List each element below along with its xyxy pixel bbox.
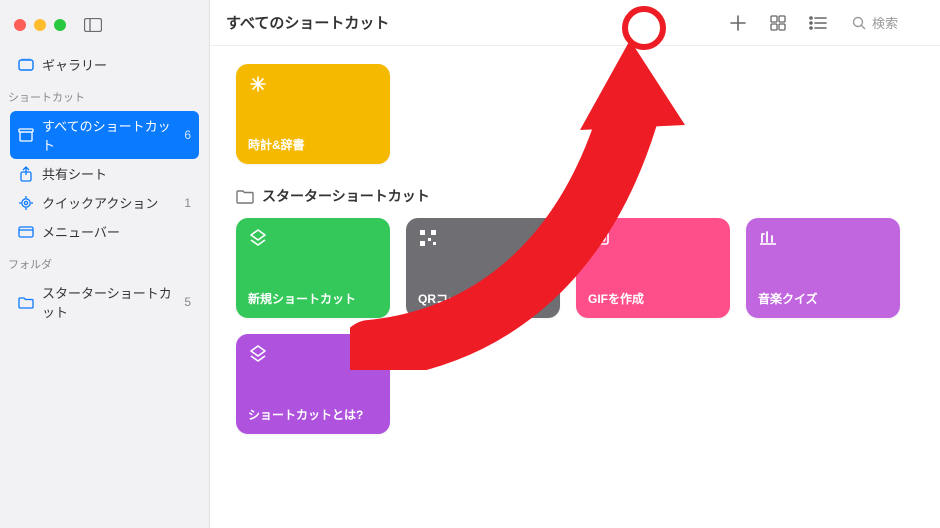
section-title-starter: スターターショートカット bbox=[236, 186, 914, 206]
sidebar-item-gallery[interactable]: ギャラリー bbox=[10, 50, 199, 79]
card-label: ショートカットとは? bbox=[248, 408, 378, 424]
list-view-button[interactable] bbox=[804, 11, 832, 35]
card-icon bbox=[758, 228, 778, 248]
sparkle-icon bbox=[248, 74, 268, 94]
sidebar-item-all-shortcuts[interactable]: すべてのショートカット 6 bbox=[10, 111, 199, 159]
card-label: 音楽クイズ bbox=[758, 292, 888, 308]
shortcut-card-gif[interactable]: GIFを作成 bbox=[576, 218, 730, 318]
sidebar-item-count: 5 bbox=[184, 295, 191, 309]
sidebar-toggle-icon[interactable] bbox=[84, 18, 102, 32]
card-icon bbox=[248, 344, 268, 364]
add-shortcut-button[interactable] bbox=[724, 11, 752, 35]
sidebar-item-label: 共有シート bbox=[42, 164, 107, 183]
sidebar-item-share-sheet[interactable]: 共有シート bbox=[10, 159, 199, 188]
share-icon bbox=[18, 166, 34, 182]
shortcut-card-whatis[interactable]: ショートカットとは? bbox=[236, 334, 390, 434]
card-icon bbox=[248, 228, 268, 248]
shortcut-card-new[interactable]: 新規ショートカット bbox=[236, 218, 390, 318]
shortcut-card-music-quiz[interactable]: 音楽クイズ bbox=[746, 218, 900, 318]
sidebar-item-menubar[interactable]: メニューバー bbox=[10, 217, 199, 246]
gallery-icon bbox=[18, 57, 34, 73]
search-placeholder: 検索 bbox=[872, 13, 898, 32]
sidebar-item-label: スターターショートカット bbox=[42, 283, 176, 321]
sidebar-heading-shortcuts: ショートカット bbox=[0, 83, 209, 107]
sidebar: ギャラリー ショートカット すべてのショートカット 6 共有シート クイックアク… bbox=[0, 0, 210, 528]
archivebox-icon bbox=[18, 127, 34, 143]
main-pane: すべてのショートカット 検索 時計&辞書 bbox=[210, 0, 940, 528]
grid-view-button[interactable] bbox=[764, 11, 792, 35]
sidebar-heading-folders: フォルダ bbox=[0, 250, 209, 274]
minimize-window-button[interactable] bbox=[34, 19, 46, 31]
sidebar-item-starter-folder[interactable]: スターターショートカット 5 bbox=[10, 278, 199, 326]
gear-icon bbox=[18, 195, 34, 211]
sidebar-item-label: ギャラリー bbox=[42, 55, 107, 74]
shortcut-card-clock-dictionary[interactable]: 時計&辞書 bbox=[236, 64, 390, 164]
sidebar-item-quick-actions[interactable]: クイックアクション 1 bbox=[10, 188, 199, 217]
card-icon bbox=[588, 228, 608, 248]
shortcut-card-qr[interactable]: QRコードを作成する bbox=[406, 218, 560, 318]
toolbar: すべてのショートカット 検索 bbox=[210, 0, 940, 46]
sidebar-item-label: すべてのショートカット bbox=[42, 116, 176, 154]
content-area: 時計&辞書 スターターショートカット 新規ショートカット QRコードを作成する GI… bbox=[210, 46, 940, 452]
sidebar-item-count: 1 bbox=[184, 196, 191, 210]
sidebar-item-label: クイックアクション bbox=[42, 193, 158, 212]
card-label: QRコードを作成する bbox=[418, 292, 548, 308]
window-controls bbox=[0, 8, 209, 46]
sidebar-item-label: メニューバー bbox=[42, 222, 120, 241]
search-field[interactable]: 検索 bbox=[844, 13, 924, 32]
card-label: 時計&辞書 bbox=[248, 138, 378, 154]
search-icon bbox=[852, 16, 866, 30]
close-window-button[interactable] bbox=[14, 19, 26, 31]
card-label: GIFを作成 bbox=[588, 292, 718, 308]
card-icon bbox=[418, 228, 438, 248]
folder-icon bbox=[236, 189, 254, 204]
sidebar-item-count: 6 bbox=[184, 128, 191, 142]
section-title-label: スターターショートカット bbox=[262, 186, 430, 206]
card-label: 新規ショートカット bbox=[248, 292, 378, 308]
page-title: すべてのショートカット bbox=[226, 12, 389, 33]
folder-icon bbox=[18, 294, 34, 310]
fullscreen-window-button[interactable] bbox=[54, 19, 66, 31]
menubar-icon bbox=[18, 224, 34, 240]
